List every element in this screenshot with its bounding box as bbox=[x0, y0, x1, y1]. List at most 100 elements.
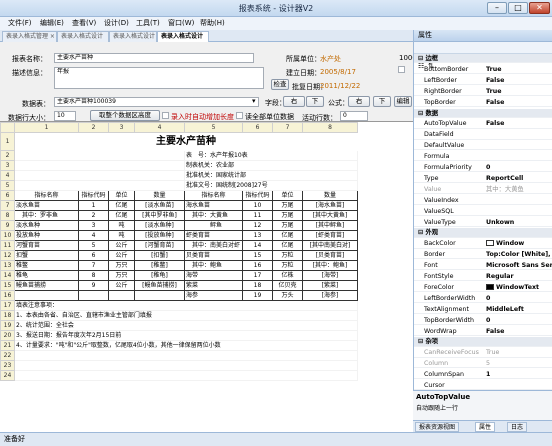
sheet-cell[interactable]: 2、统计范围：全社会 bbox=[14, 320, 358, 331]
sheet-cell[interactable] bbox=[14, 170, 185, 181]
sheet-cell[interactable]: 鳗鱼苗捕捞 bbox=[14, 280, 79, 291]
sheet-cell[interactable]: 12 bbox=[242, 220, 273, 231]
row-size-input[interactable]: 10 bbox=[54, 111, 76, 121]
sheet-cell[interactable]: 单位 bbox=[108, 190, 135, 201]
sheet-cell[interactable]: 鲆鱼 bbox=[184, 220, 243, 231]
sheet-cell[interactable]: 数量 bbox=[134, 190, 185, 201]
sheet-cell[interactable]: 指标名称 bbox=[14, 190, 79, 201]
sheet-cell[interactable]: 万只 bbox=[108, 270, 135, 281]
property-row[interactable]: AutoTopValue False bbox=[414, 119, 552, 129]
sheet-cell[interactable]: 4、计量要求："吨"和"公斤"取整数，亿尾取4位小数，其他一律保留两位小数 bbox=[14, 340, 358, 351]
property-row[interactable]: RightBorder True bbox=[414, 87, 552, 96]
sheet-cell[interactable]: 1 bbox=[78, 200, 109, 211]
sheet-cell[interactable]: 公斤 bbox=[108, 240, 135, 251]
property-row[interactable]: CanReceiveFocus True bbox=[414, 348, 552, 358]
column-header[interactable]: 6 bbox=[242, 122, 273, 133]
property-value-wrap[interactable]: 5 bbox=[486, 359, 552, 368]
property-value-wrap[interactable]: Window bbox=[486, 239, 552, 248]
sheet-cell[interactable]: 8 bbox=[78, 270, 109, 281]
formula-right-button[interactable]: 右 bbox=[348, 96, 370, 107]
row-header[interactable]: 9 bbox=[0, 220, 15, 231]
sheet-cell[interactable]: 10 bbox=[242, 200, 273, 211]
menu-help[interactable]: 帮助(H) bbox=[200, 18, 225, 28]
sheet-cell[interactable]: 其中：南美白对虾 bbox=[184, 240, 243, 251]
field-right-button[interactable]: 右 bbox=[283, 96, 305, 107]
row-header[interactable]: 21 bbox=[0, 340, 15, 351]
menu-edit[interactable]: 编辑(E) bbox=[40, 18, 64, 28]
property-row[interactable]: Border Top:Color [White], W bbox=[414, 250, 552, 260]
sheet-cell[interactable]: 亿尾 bbox=[108, 210, 135, 221]
property-value-wrap[interactable]: 其中：大黄鱼 bbox=[486, 185, 552, 194]
property-value-wrap[interactable]: Unkown bbox=[486, 218, 552, 227]
edit-button[interactable]: 编辑 bbox=[394, 96, 412, 107]
formula-down-button[interactable]: 下 bbox=[373, 96, 391, 107]
sheet-cell[interactable]: 其中：鲍鱼 bbox=[184, 260, 243, 271]
property-value-wrap[interactable]: 0 bbox=[486, 316, 552, 325]
sheet-cell[interactable] bbox=[14, 360, 358, 371]
sheet-cell[interactable]: 万粒 bbox=[272, 250, 303, 261]
sheet-cell[interactable]: 单位 bbox=[272, 190, 303, 201]
minimize-button[interactable]: – bbox=[487, 2, 507, 14]
sheet-cell[interactable] bbox=[14, 290, 79, 301]
property-row[interactable]: BottomBorder True bbox=[414, 65, 552, 75]
sheet-cell[interactable]: [虾类育苗] bbox=[302, 230, 358, 241]
row-header[interactable]: 23 bbox=[0, 360, 15, 371]
property-value-wrap[interactable]: 0 bbox=[486, 294, 552, 303]
sheet-cell[interactable]: 14 bbox=[242, 240, 273, 251]
sheet-cell[interactable]: 数量 bbox=[302, 190, 358, 201]
property-row[interactable]: ValueType Unkown bbox=[414, 218, 552, 227]
tab-format-design-active[interactable]: 表录入格式设计 bbox=[157, 31, 209, 42]
sheet-cell[interactable] bbox=[14, 180, 185, 191]
property-row[interactable]: FormulaPriority 0 bbox=[414, 163, 552, 173]
sheet-cell[interactable]: 7 bbox=[78, 260, 109, 271]
property-value-wrap[interactable]: Microsoft Sans Serif bbox=[486, 261, 552, 270]
sheet-cell[interactable]: 公斤 bbox=[108, 280, 135, 291]
column-header[interactable]: 4 bbox=[134, 122, 185, 133]
sheet-cell[interactable]: 贝类育苗 bbox=[184, 250, 243, 261]
sheet-cell[interactable]: 亿尾 bbox=[272, 230, 303, 241]
sheet-cell[interactable]: 6 bbox=[78, 250, 109, 261]
auto-length-checkbox[interactable] bbox=[162, 112, 169, 119]
property-value-wrap[interactable]: 1 bbox=[486, 370, 552, 379]
sheet-cell[interactable]: 指标代码 bbox=[242, 190, 273, 201]
menu-window[interactable]: 窗口(W) bbox=[168, 18, 194, 28]
property-value-wrap[interactable]: MiddleLeft bbox=[486, 305, 552, 314]
property-value-wrap[interactable]: ReportCell bbox=[486, 174, 552, 183]
sheet-cell[interactable]: 稚龟 bbox=[14, 270, 79, 281]
sheet-cell[interactable]: [紫菜] bbox=[302, 280, 358, 291]
row-header[interactable]: 3 bbox=[0, 160, 15, 171]
active-rows-input[interactable]: 0 bbox=[340, 111, 368, 121]
close-button[interactable]: ✕ bbox=[529, 2, 550, 14]
sheet-cell[interactable]: 万尾 bbox=[272, 210, 303, 221]
property-row[interactable]: Type ReportCell bbox=[414, 174, 552, 184]
sheet-cell[interactable]: [河蟹育苗] bbox=[134, 240, 185, 251]
row-header[interactable]: 10 bbox=[0, 230, 15, 241]
sheet-cell[interactable]: [稚龟] bbox=[134, 270, 185, 281]
sheet-cell[interactable]: 投放鱼种 bbox=[14, 230, 79, 241]
column-header[interactable]: 1 bbox=[14, 122, 79, 133]
report-grid[interactable]: 12345678 1 主要水产苗种 2 表 号：水产年报10表 3 制表机关：农业部 4 批准… bbox=[0, 121, 413, 432]
full-height-button[interactable]: 取整个数据区高度 bbox=[90, 110, 160, 121]
sheet-cell[interactable]: 淡水鱼苗 bbox=[14, 200, 79, 211]
tab-format-manage[interactable]: 表录入格式管理 × bbox=[2, 31, 57, 42]
sheet-corner[interactable] bbox=[0, 122, 15, 133]
sheet-cell[interactable]: 淡水鱼种 bbox=[14, 220, 79, 231]
report-name-input[interactable]: 主要水产苗种 bbox=[54, 53, 254, 63]
menu-file[interactable]: 文件(F) bbox=[8, 18, 32, 28]
sheet-cell[interactable]: 亿尾 bbox=[108, 200, 135, 211]
sheet-cell[interactable]: 2 bbox=[78, 210, 109, 221]
property-category[interactable]: ⊟ 杂项 bbox=[414, 337, 552, 347]
property-value-wrap[interactable]: Top:Color [White], W bbox=[486, 250, 552, 259]
sheet-cell[interactable]: [其中南美白对] bbox=[302, 240, 358, 251]
property-row[interactable]: ForeColor WindowText bbox=[414, 283, 552, 293]
property-value-wrap[interactable]: False bbox=[486, 327, 552, 336]
property-row[interactable]: Column 5 bbox=[414, 359, 552, 369]
sheet-cell[interactable]: 稚鳖 bbox=[14, 260, 79, 271]
property-value-wrap[interactable]: False bbox=[486, 98, 552, 107]
sheet-cell[interactable]: 万粒 bbox=[272, 260, 303, 271]
sheet-cell[interactable]: 万尾 bbox=[272, 200, 303, 211]
chevron-down-icon[interactable]: ▾ bbox=[252, 97, 256, 105]
row-header[interactable]: 12 bbox=[0, 250, 15, 261]
sheet-cell[interactable]: [其中鲆鱼] bbox=[302, 220, 358, 231]
sheet-cell[interactable]: 公斤 bbox=[108, 250, 135, 261]
